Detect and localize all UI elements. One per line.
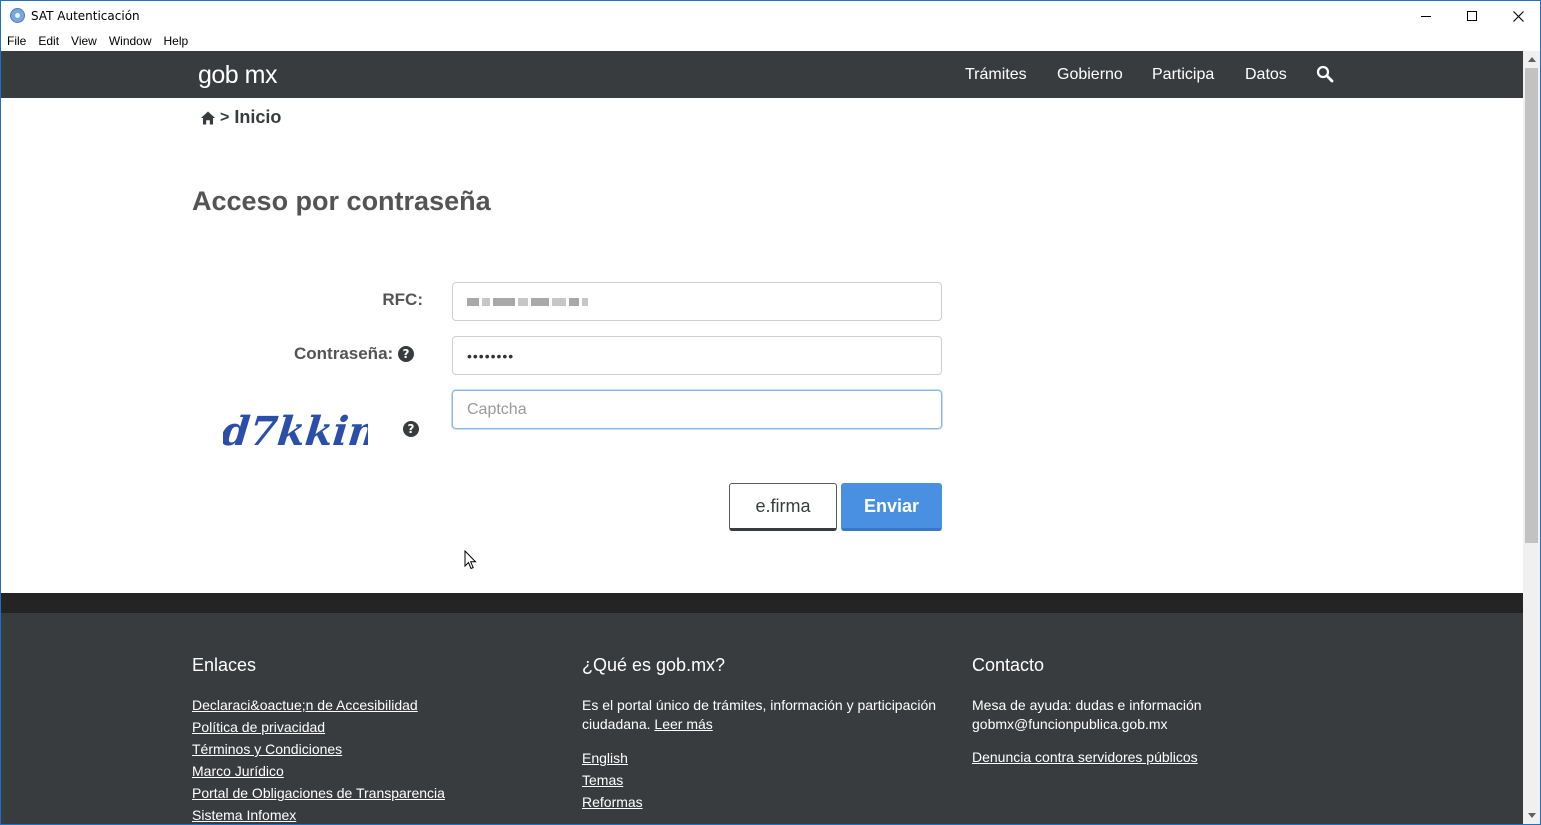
minimize-button[interactable] [1403, 1, 1449, 31]
footer-link-english[interactable]: English [582, 750, 628, 766]
home-icon[interactable] [200, 110, 216, 126]
scroll-up-icon [1527, 57, 1536, 62]
menu-help[interactable]: Help [164, 34, 189, 48]
footer-link-temas[interactable]: Temas [582, 772, 623, 788]
footer-link-privacidad[interactable]: Política de privacidad [192, 719, 325, 735]
footer-link-denuncia[interactable]: Denuncia contra servidores públicos [972, 749, 1198, 765]
footer-queesgob-heading: ¿Qué es gob.mx? [582, 655, 726, 675]
footer-link-infomex[interactable]: Sistema Infomex [192, 807, 296, 823]
menu-file[interactable]: File [7, 34, 26, 48]
submit-button[interactable]: Enviar [841, 483, 942, 531]
footer-top-band [1, 593, 1523, 613]
footer-contacto-heading: Contacto [972, 655, 1045, 675]
footer-queesgob-description: Es el portal único de trámites, informac… [582, 696, 947, 734]
efirma-button[interactable]: e.firma [729, 483, 837, 531]
browser-window: SAT Autenticación File Edit View Window … [0, 0, 1541, 825]
menu-view[interactable]: View [71, 34, 97, 48]
page-title: Acceso por contraseña [192, 186, 491, 216]
rfc-label: RFC: [382, 290, 423, 309]
close-button[interactable] [1495, 1, 1540, 31]
captcha-help-icon[interactable]: ? [403, 421, 419, 437]
breadcrumb-current: Inicio [234, 107, 282, 127]
password-input[interactable]: •••••••• [452, 336, 942, 375]
scroll-down-icon [1527, 813, 1536, 818]
footer-link-transparencia[interactable]: Portal de Obligaciones de Transparencia [192, 785, 445, 801]
captcha-image: d7kking [223, 408, 368, 455]
top-navbar: gob mx Trámites Gobierno Participa Datos [1, 51, 1523, 98]
nav-gobierno[interactable]: Gobierno [1057, 66, 1123, 84]
title-bar[interactable]: SAT Autenticación [1, 1, 1540, 31]
password-value: •••••••• [467, 347, 515, 364]
nav-datos[interactable]: Datos [1245, 66, 1287, 84]
scroll-thumb[interactable] [1525, 68, 1538, 543]
footer-link-terminos[interactable]: Términos y Condiciones [192, 741, 342, 757]
page-content: gob mx Trámites Gobierno Participa Datos… [1, 51, 1523, 824]
rfc-input[interactable] [452, 282, 942, 321]
nav-tramites[interactable]: Trámites [965, 66, 1027, 84]
scroll-up-button[interactable] [1523, 51, 1540, 68]
nav-participa[interactable]: Participa [1152, 66, 1214, 84]
vertical-scrollbar[interactable] [1523, 51, 1540, 824]
mouse-cursor-icon [464, 550, 477, 570]
rfc-value-redacted [467, 297, 588, 306]
captcha-input[interactable]: Captcha [452, 390, 942, 429]
menu-bar: File Edit View Window Help [1, 31, 1540, 51]
maximize-icon [1467, 11, 1477, 21]
footer-leer-mas-link[interactable]: Leer más [654, 716, 712, 732]
menu-window[interactable]: Window [109, 34, 152, 48]
gobmx-logo[interactable]: gob mx [198, 61, 277, 90]
password-label: Contraseña: [294, 344, 394, 363]
captcha-text: d7kking [223, 408, 368, 455]
captcha-placeholder: Captcha [467, 400, 527, 418]
window-title: SAT Autenticación [31, 9, 140, 23]
breadcrumb: > Inicio [200, 107, 281, 128]
maximize-button[interactable] [1449, 1, 1495, 31]
footer-link-reformas[interactable]: Reformas [582, 794, 643, 810]
footer-contacto-help: Mesa de ayuda: dudas e información [972, 697, 1202, 713]
search-icon[interactable] [1316, 65, 1334, 83]
scroll-down-button[interactable] [1523, 807, 1540, 824]
breadcrumb-separator: > [220, 108, 230, 126]
password-help-icon[interactable]: ? [397, 346, 414, 362]
footer: Enlaces Declaraci&oactue;n de Accesibili… [1, 613, 1523, 824]
menu-edit[interactable]: Edit [38, 34, 59, 48]
footer-enlaces-heading: Enlaces [192, 655, 257, 675]
footer-contacto-email: gobmx@funcionpublica.gob.mx [972, 716, 1168, 732]
app-icon [10, 8, 25, 23]
password-label-group: Contraseña: ? [294, 344, 414, 364]
footer-link-marco-juridico[interactable]: Marco Jurídico [192, 763, 284, 779]
footer-description-text: Es el portal único de trámites, informac… [582, 697, 937, 732]
minimize-icon [1421, 15, 1431, 17]
footer-link-accesibilidad[interactable]: Declaraci&oactue;n de Accesibilidad [192, 697, 418, 713]
close-icon [1512, 10, 1524, 22]
